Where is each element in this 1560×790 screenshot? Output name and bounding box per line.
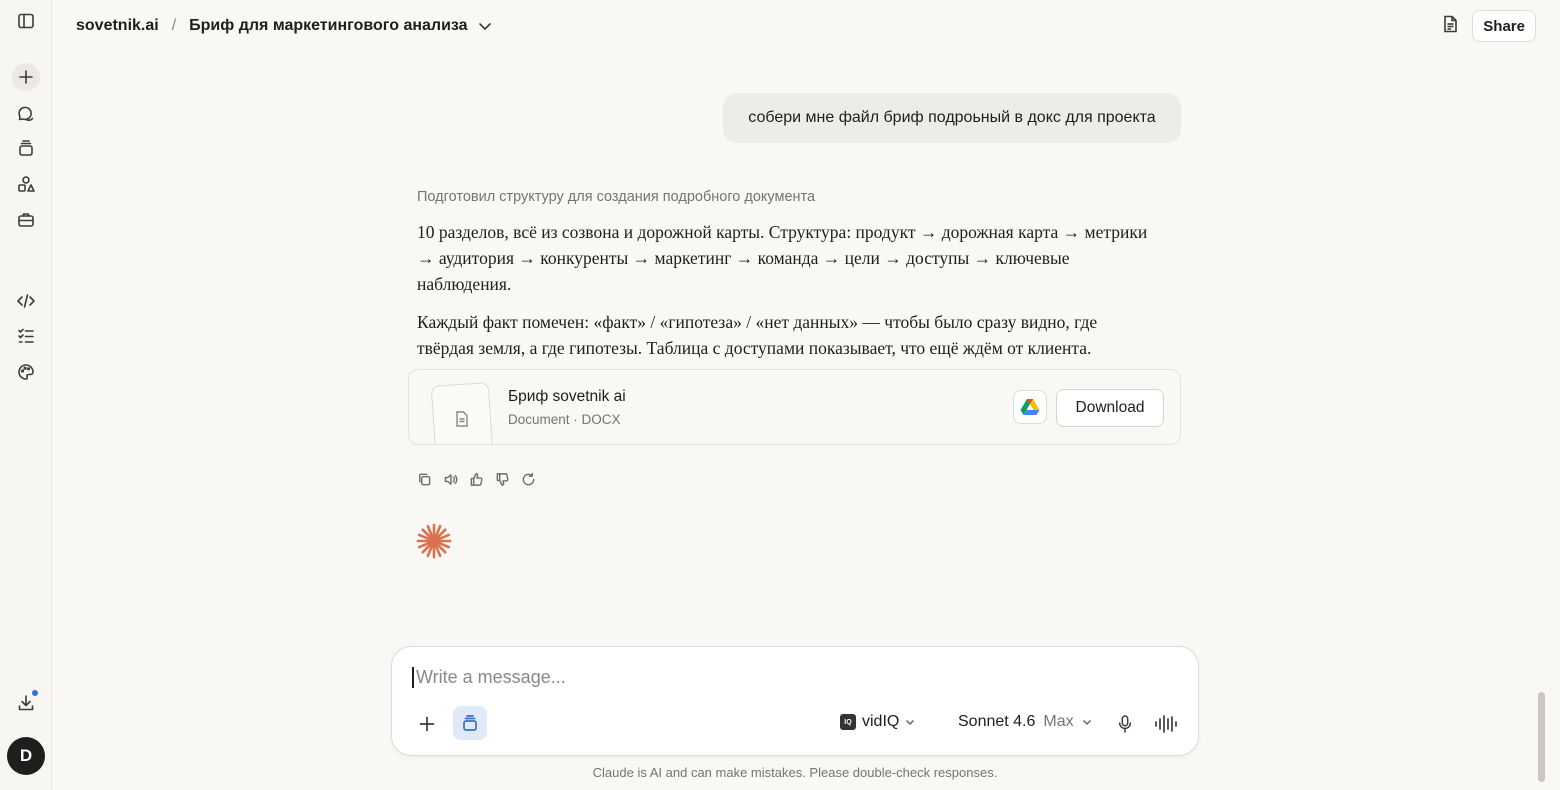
file-thumbnail — [430, 382, 494, 444]
projects-icon[interactable] — [12, 134, 40, 162]
user-message: собери мне файл бриф подроьный в докс дл… — [723, 93, 1181, 143]
chevron-down-icon[interactable] — [478, 19, 492, 33]
sidebar-toggle-icon[interactable] — [12, 7, 40, 35]
artifacts-icon[interactable] — [12, 170, 40, 198]
file-attachment-card[interactable]: Бриф sovetnik ai Document · DOCX Downloa… — [408, 369, 1181, 445]
avatar[interactable]: D — [7, 737, 45, 775]
assistant-thought-summary[interactable]: Подготовил структуру для создания подроб… — [417, 189, 815, 205]
assistant-paragraph: 10 разделов, всё из созвона и дорожной к… — [417, 222, 1148, 294]
model-name: Sonnet 4.6 — [958, 713, 1036, 730]
header: sovetnik.ai / Бриф для маркетингового ан… — [52, 0, 1560, 52]
model-mode: Max — [1043, 713, 1074, 730]
toolbox-icon[interactable] — [12, 206, 40, 234]
message-input[interactable] — [412, 667, 1172, 688]
download-button[interactable]: Download — [1056, 389, 1164, 427]
chevron-down-icon — [906, 719, 915, 726]
retry-icon[interactable] — [520, 471, 536, 487]
message-composer: IQ vidIQ Sonnet 4.6 Max — [391, 646, 1199, 756]
file-meta: Document · DOCX — [508, 412, 621, 427]
document-icon[interactable] — [1440, 14, 1460, 39]
sidebar: D — [0, 0, 52, 790]
document-icon — [456, 411, 468, 427]
thumbs-up-icon[interactable] — [468, 471, 484, 487]
connector-selector[interactable]: IQ vidIQ — [840, 713, 915, 731]
thumbs-down-icon[interactable] — [494, 471, 510, 487]
message-actions — [416, 471, 536, 487]
microphone-icon[interactable] — [1114, 711, 1136, 737]
google-drive-button[interactable] — [1013, 390, 1047, 424]
share-button[interactable]: Share — [1472, 10, 1536, 42]
breadcrumb-separator: / — [171, 17, 177, 34]
assistant-paragraph: Каждый факт помечен: «факт» / «гипотеза»… — [417, 312, 1098, 358]
connector-label: vidIQ — [862, 713, 900, 730]
conversation-title[interactable]: Бриф для маркетингового анализа — [189, 17, 467, 35]
chats-icon[interactable] — [12, 99, 40, 127]
copy-icon[interactable] — [416, 471, 432, 487]
tasks-icon[interactable] — [12, 322, 40, 350]
chevron-down-icon — [1082, 719, 1091, 726]
model-selector[interactable]: Sonnet 4.6 Max — [958, 713, 1092, 731]
vidiq-icon: IQ — [840, 714, 856, 730]
add-attachment-icon[interactable] — [414, 711, 440, 737]
palette-icon[interactable] — [12, 358, 40, 386]
voice-mode-icon[interactable] — [1153, 711, 1179, 737]
project-knowledge-button[interactable] — [453, 706, 487, 740]
speaker-icon[interactable] — [442, 471, 458, 487]
breadcrumb-project[interactable]: sovetnik.ai — [76, 17, 159, 35]
disclaimer: Claude is AI and can make mistakes. Plea… — [592, 765, 998, 780]
notification-dot — [30, 688, 40, 698]
google-drive-icon — [1020, 399, 1040, 415]
code-icon[interactable] — [12, 287, 40, 315]
new-chat-icon[interactable] — [12, 63, 40, 91]
scrollbar[interactable] — [1538, 692, 1545, 782]
claude-spark-icon — [416, 523, 452, 559]
file-name: Бриф sovetnik ai — [508, 388, 626, 405]
